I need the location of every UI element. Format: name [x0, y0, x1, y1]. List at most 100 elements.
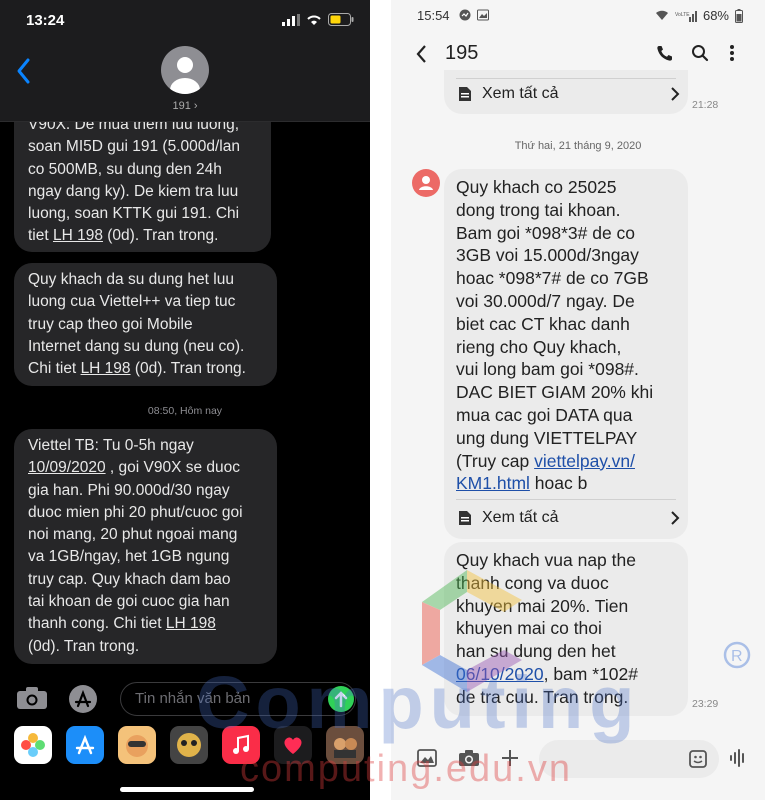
phone-link[interactable]: LH 198 [81, 360, 131, 377]
message-line: KM1.html hoac b [456, 472, 676, 495]
message-line: thanh cong. Chi tiet LH 198 [28, 613, 263, 635]
compose-bar [391, 737, 765, 781]
message-line: tai khoan de goi cuoc gia han [28, 593, 230, 611]
message-line: vui long bam goi *098#. [456, 359, 639, 380]
samsung-messages-screen: 15:54 VoLTE 68% 195 Xem tất cả 21:28 Thứ… [391, 0, 765, 800]
message-line: DAC BIET GIAM 20% khi [456, 382, 654, 403]
message-line: truy cap. Quy khach dam bao [28, 570, 231, 588]
message-line: han su dung den het [456, 641, 616, 662]
more-options-icon[interactable] [729, 44, 735, 62]
music-note-icon [233, 734, 249, 754]
message-line: ngay dang ky). De kiem tra luu [28, 182, 239, 200]
message-line: Quy khach co 25025 [456, 177, 617, 197]
message-line: hoac *098*7# de co 7GB [456, 268, 649, 289]
phone-icon[interactable] [656, 44, 674, 62]
imessage-app-drawer [0, 724, 370, 768]
svg-text:VoLTE: VoLTE [675, 12, 690, 18]
url-link[interactable]: KM1.html [456, 473, 530, 493]
home-indicator[interactable] [120, 787, 254, 792]
message-bubble[interactable]: Quy khach co 25025 dong trong tai khoan.… [444, 169, 688, 539]
battery-percent: 68% [702, 8, 729, 23]
memoji-face-icon [126, 735, 148, 757]
status-icons: VoLTE 68% [655, 8, 743, 23]
message-line: mua cac goi DATA qua [456, 404, 633, 425]
animoji-face-icon [177, 733, 201, 757]
document-icon [459, 511, 471, 525]
message-line: Quy khach vua nap the [456, 550, 636, 570]
message-line: Viettel TB: Tu 0-5h ngay [28, 437, 194, 454]
search-icon[interactable] [691, 44, 709, 62]
animoji-app-icon[interactable] [170, 726, 208, 764]
person-icon [170, 57, 200, 94]
message-line: tiet LH 198 (0d). Tran trong. [28, 225, 257, 247]
stickers-app-icon[interactable] [326, 726, 364, 764]
signal-icon [282, 13, 300, 26]
see-all-button[interactable]: Xem tất cả [458, 85, 680, 103]
text: , bam *102# [543, 663, 638, 684]
message-line: luong, soan KTTK gui 191. Chi [28, 205, 240, 223]
see-all-label: Xem tất cả [482, 509, 559, 526]
volte-signal-icon: VoLTE [675, 10, 697, 22]
music-app-icon[interactable] [222, 726, 260, 764]
camera-icon[interactable] [458, 749, 480, 767]
date-link[interactable]: 10/09/2020 [28, 459, 106, 476]
send-button[interactable] [328, 686, 354, 712]
date-link[interactable]: 06/10/2020 [456, 664, 544, 684]
back-chevron-icon[interactable] [14, 56, 34, 86]
wifi-icon [307, 15, 321, 25]
message-line: va 1GB/ngay, het 1GB ngung [28, 548, 230, 566]
message-bubble[interactable]: Viettel TB: Tu 0-5h ngay 10/09/2020 , go… [14, 429, 277, 664]
text: tiet [28, 227, 53, 245]
message-input[interactable]: Tin nhắn văn bản [120, 682, 356, 716]
message-input[interactable] [539, 740, 719, 778]
text: thanh cong. Chi tiet [28, 615, 166, 633]
message-line: thanh cong va duoc [456, 572, 609, 593]
conversation-title: 195 [445, 42, 479, 64]
back-arrow-icon[interactable] [415, 44, 429, 64]
gallery-icon[interactable] [417, 749, 437, 767]
app-store-icon[interactable] [68, 684, 98, 714]
memoji-app-icon[interactable] [118, 726, 156, 764]
message-line: soan MI5D gui 191 (5.000d/lan [28, 138, 240, 156]
url-link[interactable]: viettelpay.vn/ [534, 451, 635, 471]
message-line: (0d). Tran trong. [28, 637, 140, 655]
text: Chi tiet [28, 360, 81, 378]
digital-touch-app-icon[interactable] [274, 726, 312, 764]
plus-icon[interactable] [501, 749, 519, 767]
message-bubble[interactable]: Quy khach vua nap the thanh cong va duoc… [444, 542, 688, 716]
message-line: rieng cho Quy khach, [456, 336, 622, 357]
message-composer: Tin nhắn văn bản [0, 680, 370, 720]
message-line: khuyen mai co thoi [456, 618, 602, 639]
message-bubble[interactable]: V90X. De mua them luu luong, soan MI5D g… [14, 122, 271, 252]
sticker-icon[interactable] [689, 750, 707, 768]
contact-name[interactable]: 191 › [0, 100, 370, 112]
person-icon [419, 176, 433, 190]
app-store-a-icon [75, 734, 95, 755]
voice-record-icon[interactable] [729, 749, 747, 767]
chevron-right-icon [671, 87, 680, 101]
messenger-icon [459, 9, 471, 21]
message-line: Chi tiet LH 198 (0d). Tran trong. [28, 358, 263, 380]
photos-app-icon[interactable] [14, 726, 52, 764]
battery-icon [328, 13, 354, 26]
chevron-right-icon [671, 511, 680, 525]
message-line: 06/10/2020, bam *102# [456, 663, 676, 686]
see-all-button[interactable]: Xem tất cả [458, 509, 680, 527]
text: , goi V90X se duoc [105, 459, 240, 477]
message-time: 23:29 [692, 698, 719, 710]
app-store-app-icon[interactable] [66, 726, 104, 764]
message-time: 21:28 [692, 99, 719, 111]
message-line: khuyen mai 20%. Tien [456, 595, 629, 616]
contact-avatar[interactable] [161, 46, 209, 94]
message-bubble[interactable]: Quy khach da su dung het luu luong cua V… [14, 263, 277, 387]
ios-status-bar: 13:24 [0, 0, 370, 44]
message-line: ung dung VIETTELPAY [456, 427, 638, 448]
phone-link[interactable]: LH 198 [166, 615, 216, 632]
message-line: noi mang, 20 phut ngoai mang [28, 526, 238, 544]
message-line: voi 30.000d/7 ngay. De [456, 290, 635, 311]
text: (0d). Tran trong. [130, 360, 246, 378]
phone-link[interactable]: LH 198 [53, 227, 103, 244]
message-line: 10/09/2020 , goi V90X se duoc [28, 457, 263, 479]
camera-icon[interactable] [16, 686, 48, 710]
sender-avatar[interactable] [412, 169, 440, 197]
